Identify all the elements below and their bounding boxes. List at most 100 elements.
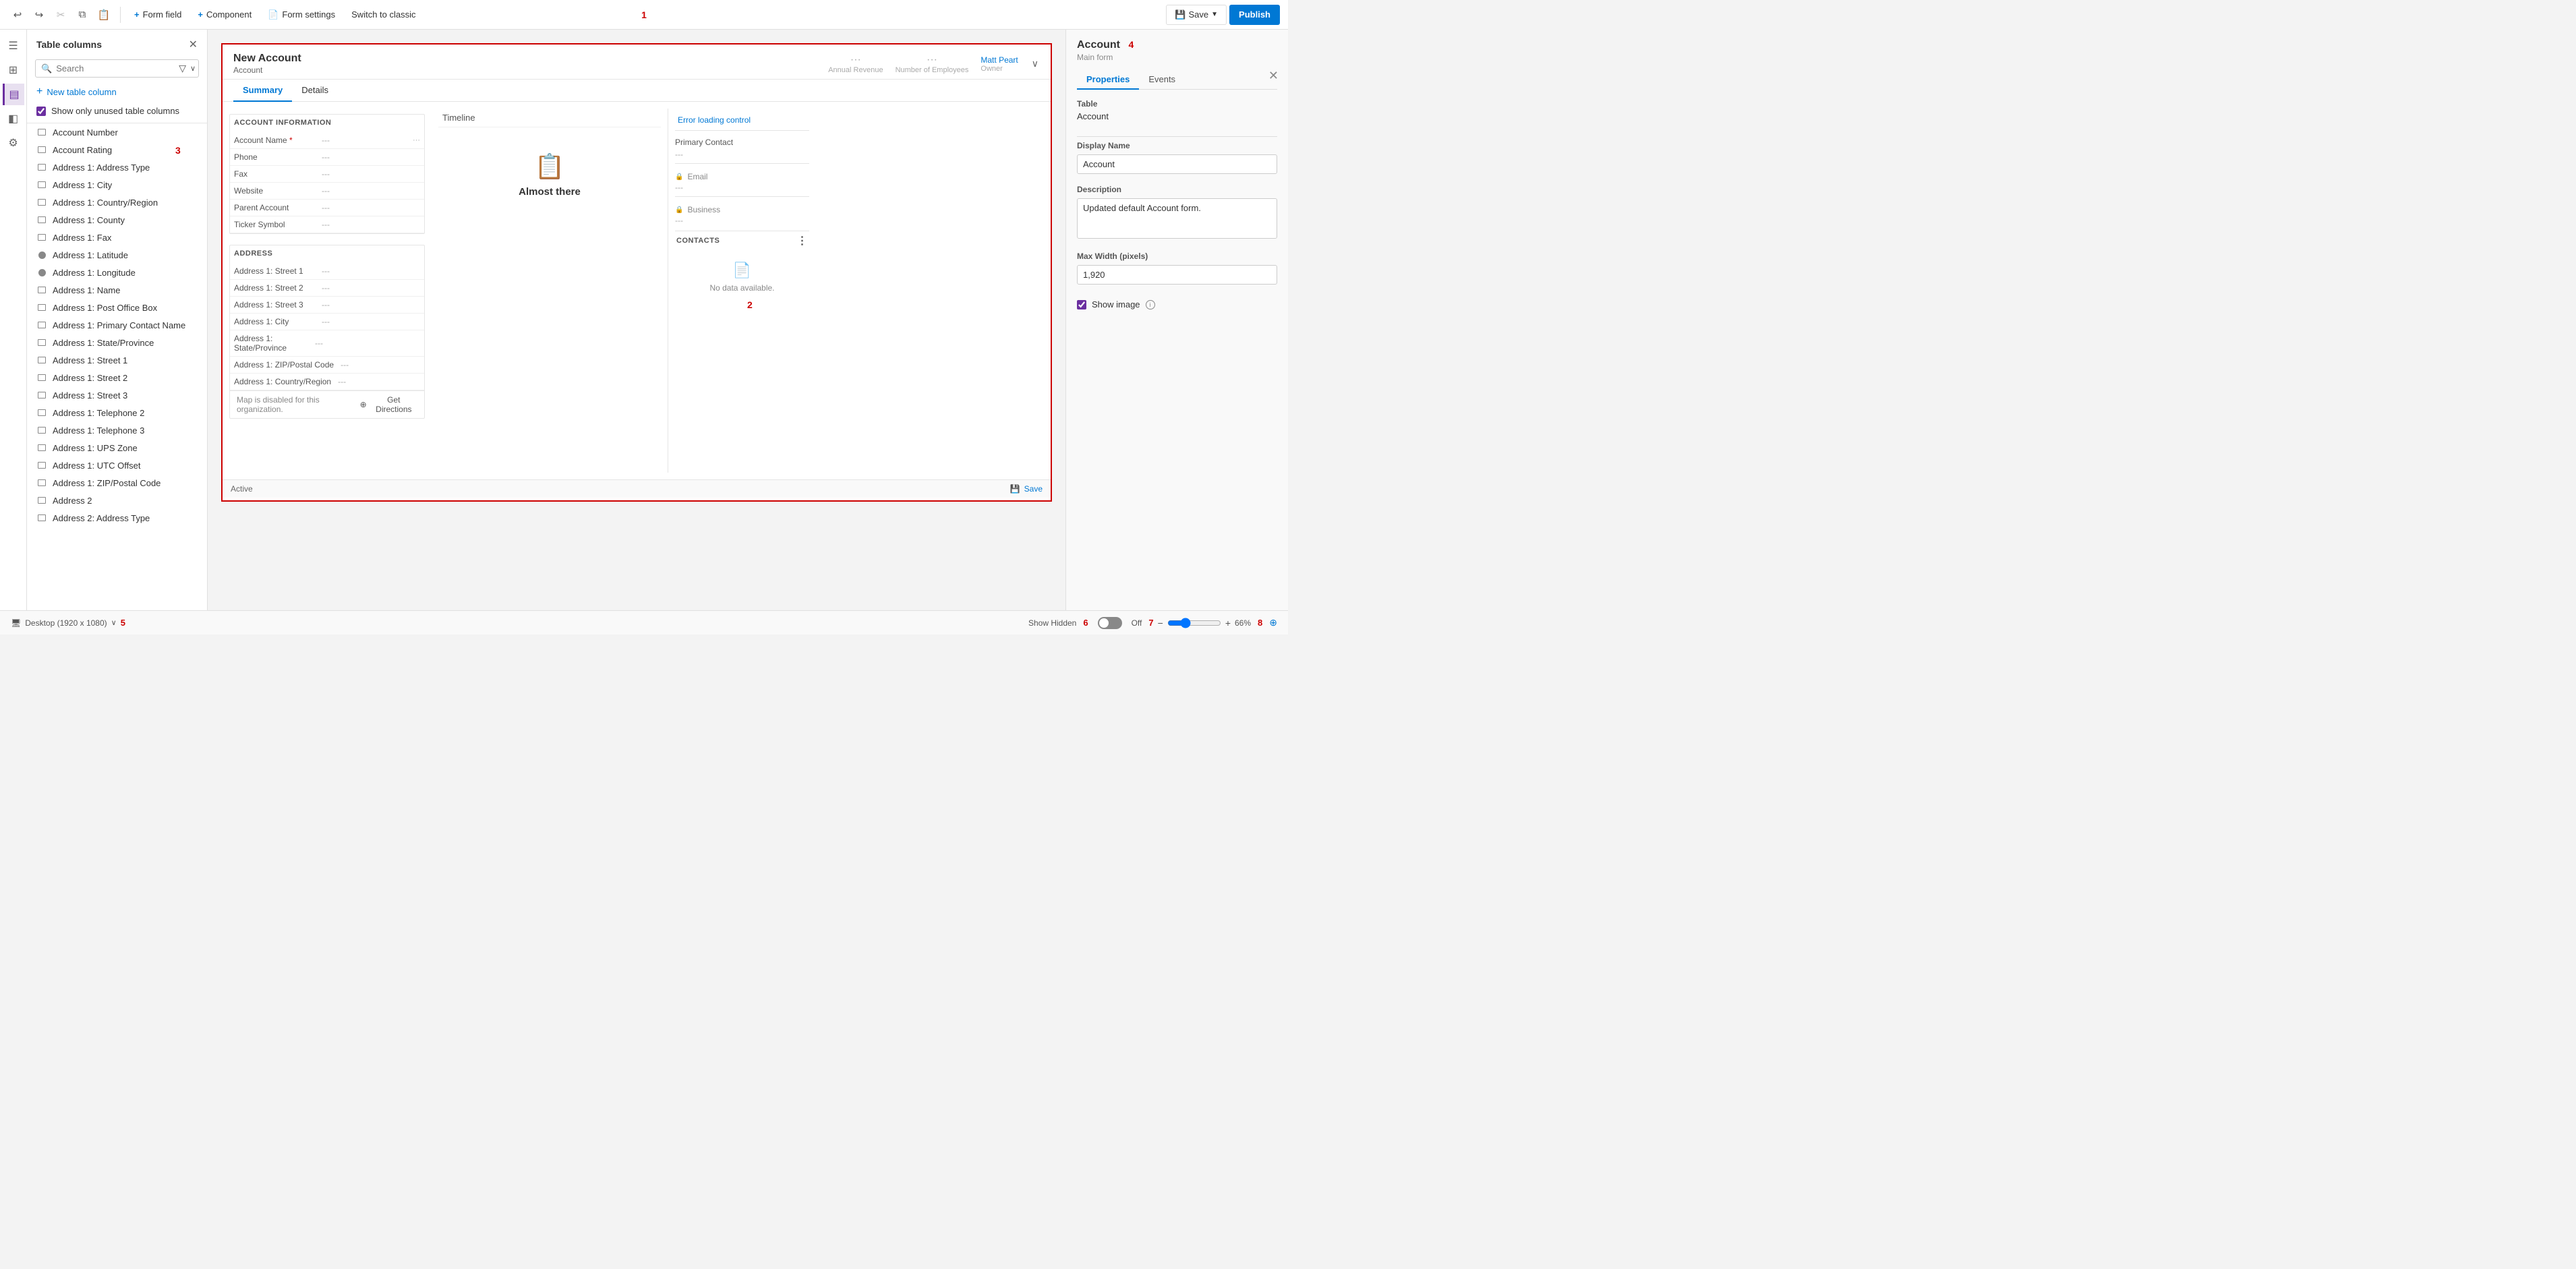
form-header: New Account Account ··· Annual Revenue ·… [223,45,1051,80]
search-input[interactable] [56,63,175,73]
rp-show-image-checkbox[interactable] [1077,300,1086,309]
component-button[interactable]: + Component [191,5,258,25]
field-value-addr-street3: --- [322,300,330,309]
redo-button[interactable]: ↪ [30,5,49,24]
zoom-reset-button[interactable]: ⊕ [1269,617,1277,628]
sidebar-item-address1-city[interactable]: Address 1: City [27,176,207,194]
right-tab-properties[interactable]: Properties [1077,70,1139,90]
tab-details[interactable]: Details [292,80,338,102]
sidebar-item-account-rating[interactable]: Account Rating [27,141,207,158]
rp-description-section: Description Updated default Account form… [1077,185,1277,241]
sidebar-item-account-number[interactable]: Account Number [27,123,207,141]
get-directions-button[interactable]: ⊕ Get Directions [360,395,417,414]
bottom-red-7: 7 [1148,618,1153,628]
sidebar-item-address1-lon[interactable]: Address 1: Longitude [27,264,207,281]
info-icon[interactable]: i [1146,300,1155,309]
rp-display-name-input[interactable] [1077,154,1277,174]
sidebar-item-address1-tel3[interactable]: Address 1: Telephone 3 [27,421,207,439]
nav-settings-button[interactable]: ⚙ [3,132,24,154]
zoom-minus-icon[interactable]: − [1158,618,1163,628]
zoom-plus-icon[interactable]: + [1225,618,1231,628]
sidebar-item-address1-fax[interactable]: Address 1: Fax [27,229,207,246]
canvas-area[interactable]: 2 New Account Account ··· Annual Revenue… [208,30,1065,610]
sidebar-item-address1-tel2[interactable]: Address 1: Telephone 2 [27,404,207,421]
field-icon-address1-lat [36,249,47,260]
field-icon-address1-city [36,179,47,190]
header-chevron-button[interactable]: ∨ [1030,57,1040,71]
lock-icon-business: 🔒 [675,206,683,214]
sidebar-close-button[interactable]: ✕ [189,38,198,51]
nav-fields-button[interactable]: ▤ [3,84,24,105]
sidebar-item-address1-state[interactable]: Address 1: State/Province [27,334,207,351]
desktop-selector[interactable]: 🖥 Desktop (1920 x 1080) ∨ 5 [11,618,125,628]
zoom-slider[interactable] [1167,618,1221,628]
bottom-red-5: 5 [121,618,125,628]
show-hidden-toggle[interactable] [1098,617,1122,629]
sidebar-item-address1-primary-contact[interactable]: Address 1: Primary Contact Name [27,316,207,334]
sidebar-item-address1-pobox[interactable]: Address 1: Post Office Box [27,299,207,316]
annual-revenue-label: Annual Revenue [828,66,883,74]
almost-there-icon: 📋 [535,152,565,181]
right-tab-events[interactable]: Events [1139,70,1185,90]
field-value-addr-street2: --- [322,283,330,293]
desktop-label: Desktop (1920 x 1080) [25,618,107,628]
sidebar-item-address2[interactable]: Address 2 [27,492,207,509]
sidebar-item-address1-street3[interactable]: Address 1: Street 3 [27,386,207,404]
sidebar-item-address1-street2[interactable]: Address 1: Street 2 [27,369,207,386]
sidebar-item-label: Address 1: Name [53,285,120,295]
nav-components-button[interactable]: ⊞ [3,59,24,81]
nav-layers-button[interactable]: ◧ [3,108,24,129]
sidebar-item-address1-country[interactable]: Address 1: Country/Region [27,194,207,211]
publish-button[interactable]: Publish [1229,5,1280,25]
right-panel-header: Account 4 Main form [1077,39,1277,62]
sidebar-item-address1-name[interactable]: Address 1: Name [27,281,207,299]
sidebar-item-address1-lat[interactable]: Address 1: Latitude [27,246,207,264]
field-menu-account-name[interactable]: ··· [413,136,420,144]
new-column-button[interactable]: + New table column [27,82,207,102]
filter-icon[interactable]: ▽ [179,63,186,74]
nav-menu-button[interactable]: ☰ [3,35,24,57]
form-footer: Active 💾 Save [223,479,1051,498]
sidebar-item-address1-street1[interactable]: Address 1: Street 1 [27,351,207,369]
form-settings-button[interactable]: 📄 Form settings [261,5,342,25]
employees-label: Number of Employees [896,66,969,74]
rp-description-textarea[interactable]: Updated default Account form. [1077,198,1277,239]
form-field-button[interactable]: + Form field [127,5,188,25]
field-value-account-name: --- [322,136,330,145]
divider-2 [675,163,809,164]
error-loading-control[interactable]: Error loading control [675,113,809,127]
paste-button[interactable]: 📋 [94,5,113,24]
form-title-area: New Account Account [233,53,301,75]
copy-button[interactable]: ⧉ [73,5,92,24]
switch-to-classic-button[interactable]: Switch to classic [345,5,422,25]
sidebar-item-address1-type[interactable]: Address 1: Address Type [27,158,207,176]
show-unused-checkbox[interactable] [36,107,46,116]
form-settings-label: Form settings [282,9,335,20]
filter-caret-icon[interactable]: ∨ [190,64,196,73]
save-dropdown-icon[interactable]: ▼ [1211,11,1218,18]
rp-description-label: Description [1077,185,1277,194]
sidebar-item-address2-type[interactable]: Address 2: Address Type [27,509,207,527]
rp-max-width-input[interactable] [1077,265,1277,285]
sidebar-item-address1-county[interactable]: Address 1: County [27,211,207,229]
owner-name[interactable]: Matt Peart [980,55,1018,65]
tab-summary[interactable]: Summary [233,80,292,102]
sidebar-item-address1-utc[interactable]: Address 1: UTC Offset [27,456,207,474]
sidebar-item-label: Address 1: State/Province [53,338,154,348]
save-button[interactable]: 💾 Save ▼ [1166,5,1227,25]
rp-show-image-label: Show image [1092,299,1140,309]
field-icon-address1-utc [36,460,47,471]
sidebar-item-label: Address 1: Fax [53,233,111,243]
sidebar-item-address1-zip[interactable]: Address 1: ZIP/Postal Code [27,474,207,492]
footer-save-icon: 💾 [1010,484,1020,494]
sidebar-item-address1-ups[interactable]: Address 1: UPS Zone [27,439,207,456]
field-addr-city: Address 1: City --- [230,314,424,330]
field-label-addr-state: Address 1:State/Province [234,334,308,353]
footer-save-button[interactable]: Save [1024,484,1043,494]
sidebar-item-label: Address 1: Address Type [53,163,150,173]
undo-button[interactable]: ↩ [8,5,27,24]
contacts-body: 📄 No data available. [675,250,809,304]
right-panel-close-button[interactable]: ✕ [1268,69,1279,83]
cut-button[interactable]: ✂ [51,5,70,24]
contacts-menu-icon[interactable]: ⋮ [797,234,809,247]
